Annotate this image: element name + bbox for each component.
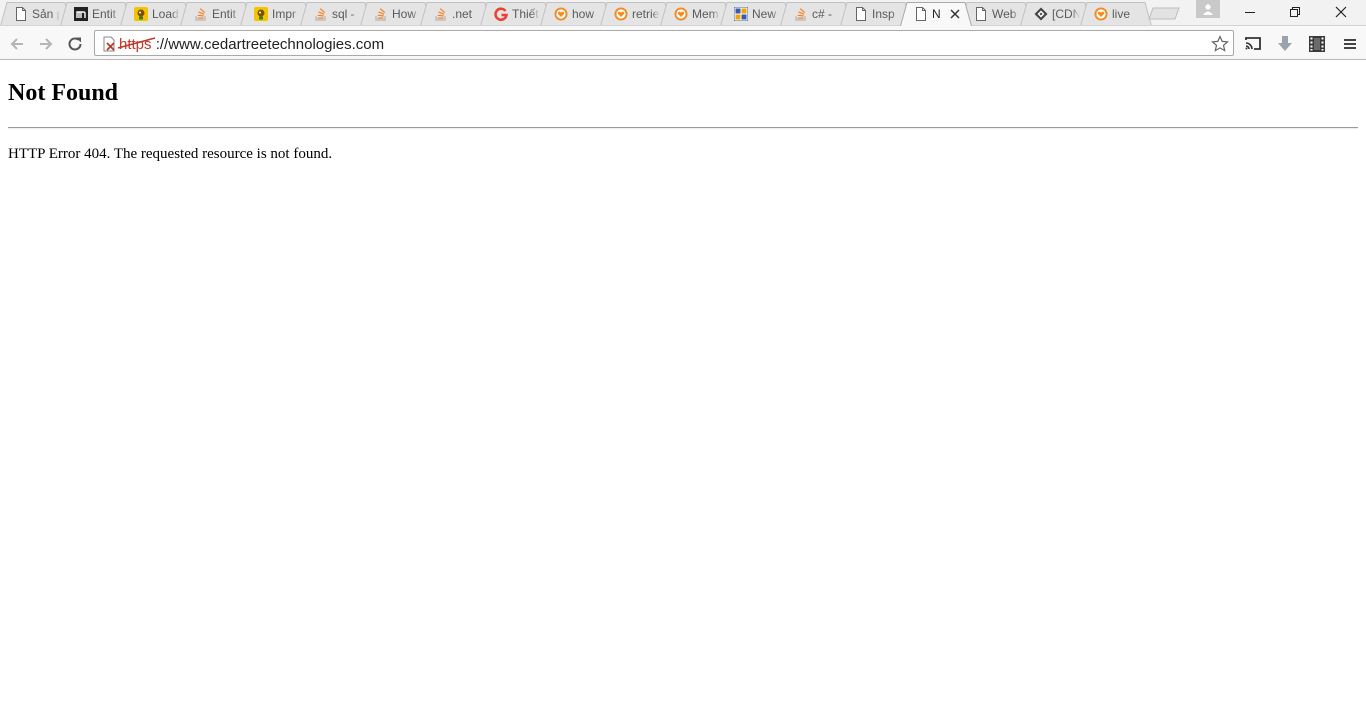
stackoverflow-icon [794, 7, 808, 21]
close-icon [1335, 6, 1347, 18]
tab-title: How [392, 7, 417, 21]
tab-title: sql - [332, 7, 355, 21]
tab[interactable]: Entit [60, 2, 132, 26]
heart-icon [554, 7, 568, 21]
tab[interactable]: New [720, 2, 792, 26]
tab[interactable]: live [1080, 2, 1152, 26]
close-icon [949, 9, 960, 19]
tab-title: New [752, 7, 777, 21]
tab-title: Impr [272, 7, 296, 21]
tab-title: Mem [692, 7, 719, 21]
reload-button[interactable] [63, 32, 87, 56]
hamburger-menu-icon [1344, 39, 1356, 49]
bookmark-star-button[interactable] [1209, 33, 1231, 55]
arrow-right-icon [40, 38, 53, 50]
arrow-left-icon [10, 38, 23, 50]
tab-strip: Sản p Entit Load Entit Impr sql - How .net Thiết… [0, 0, 1366, 26]
film-extension-button[interactable] [1305, 32, 1329, 56]
stackoverflow-icon [194, 7, 208, 21]
url-scheme: https [117, 36, 156, 53]
tab-title: c# - [812, 7, 833, 21]
tab[interactable]: Insp [840, 2, 912, 26]
tab[interactable]: [CDN [1020, 2, 1092, 26]
tab[interactable]: Impr [240, 2, 312, 26]
film-strip-icon [1309, 36, 1325, 52]
stackoverflow-icon [314, 7, 328, 21]
heart-icon [614, 7, 628, 21]
codeproject-icon [254, 7, 268, 21]
page-icon [974, 7, 988, 21]
page-icon [854, 7, 868, 21]
browser-toolbar: https ://www.cedartreetechnologies.com [0, 25, 1366, 60]
restore-button[interactable] [1281, 0, 1309, 24]
tab[interactable]: .net [420, 2, 492, 26]
page-icon [14, 7, 28, 21]
restore-icon [1290, 7, 1300, 17]
tab-title: live [1112, 7, 1131, 21]
new-tab-icon [1148, 7, 1180, 20]
download-button[interactable] [1273, 32, 1297, 56]
star-icon [1211, 35, 1229, 52]
diamond-icon [1034, 7, 1048, 21]
minimize-icon [1245, 12, 1255, 13]
tab-title: Sản p [32, 7, 60, 21]
tab-list: Sản p Entit Load Entit Impr sql - How .net Thiết… [0, 2, 1152, 26]
minimize-button[interactable] [1236, 0, 1264, 24]
tab-title: N [932, 7, 941, 21]
tab-title: [CDN [1052, 7, 1080, 21]
error-message: HTTP Error 404. The requested resource i… [8, 146, 333, 162]
close-window-button[interactable] [1327, 0, 1355, 24]
google-g-icon [494, 7, 508, 22]
tab[interactable]: How [360, 2, 432, 26]
grid-icon [733, 6, 749, 22]
m-icon [74, 7, 88, 21]
tab-title: Entit [212, 7, 237, 21]
download-arrow-icon [1278, 36, 1292, 51]
reload-icon [68, 37, 82, 51]
tab[interactable]: sql - [300, 2, 372, 26]
forward-button[interactable] [34, 32, 58, 56]
tab-close-button[interactable] [949, 8, 960, 20]
person-icon [1203, 4, 1213, 15]
page-icon [914, 7, 928, 21]
tab[interactable]: c# - [780, 2, 852, 26]
chrome-menu-button[interactable] [1338, 32, 1362, 56]
heart-icon [674, 7, 688, 21]
back-button[interactable] [5, 32, 29, 56]
codeproject-icon [134, 7, 148, 21]
tab[interactable]: Sản p [0, 2, 72, 26]
tab-title: retrie [632, 7, 660, 21]
tab-title: .net [452, 7, 473, 21]
tab-title: Web [992, 7, 1017, 21]
url-host: ://www.cedartreetechnologies.com [155, 36, 385, 53]
tab[interactable]: retrie [600, 2, 672, 26]
insecure-page-icon[interactable] [102, 36, 118, 52]
tab-title: Entit [92, 7, 117, 21]
page-content: Not Found HTTP Error 404. The requested … [0, 61, 1366, 728]
cast-button[interactable] [1241, 32, 1265, 56]
tab[interactable]: Web [960, 2, 1032, 26]
tab-title: Thiết [512, 7, 539, 21]
tab[interactable]: Thiết [480, 2, 552, 26]
tab[interactable]: Mem [660, 2, 732, 26]
url-scheme-text: https [119, 36, 152, 53]
tab-title: Load [152, 7, 179, 21]
page-title: Not Found [8, 80, 119, 106]
stackoverflow-icon [374, 7, 388, 21]
heart-icon [1094, 7, 1108, 21]
stackoverflow-icon [434, 7, 448, 21]
profile-button[interactable] [1196, 0, 1220, 18]
tab-title: how [572, 7, 595, 21]
divider [8, 127, 1358, 129]
tab-active[interactable]: N [900, 2, 972, 26]
address-bar[interactable]: https ://www.cedartreetechnologies.com [94, 30, 1234, 56]
new-tab-button[interactable] [1148, 7, 1180, 20]
tab-title: Insp [872, 7, 895, 21]
tab[interactable]: Entit [180, 2, 252, 26]
tab[interactable]: how [540, 2, 612, 26]
tab[interactable]: Load [120, 2, 192, 26]
url-text[interactable]: https ://www.cedartreetechnologies.com [117, 36, 385, 53]
cast-icon [1245, 37, 1261, 50]
